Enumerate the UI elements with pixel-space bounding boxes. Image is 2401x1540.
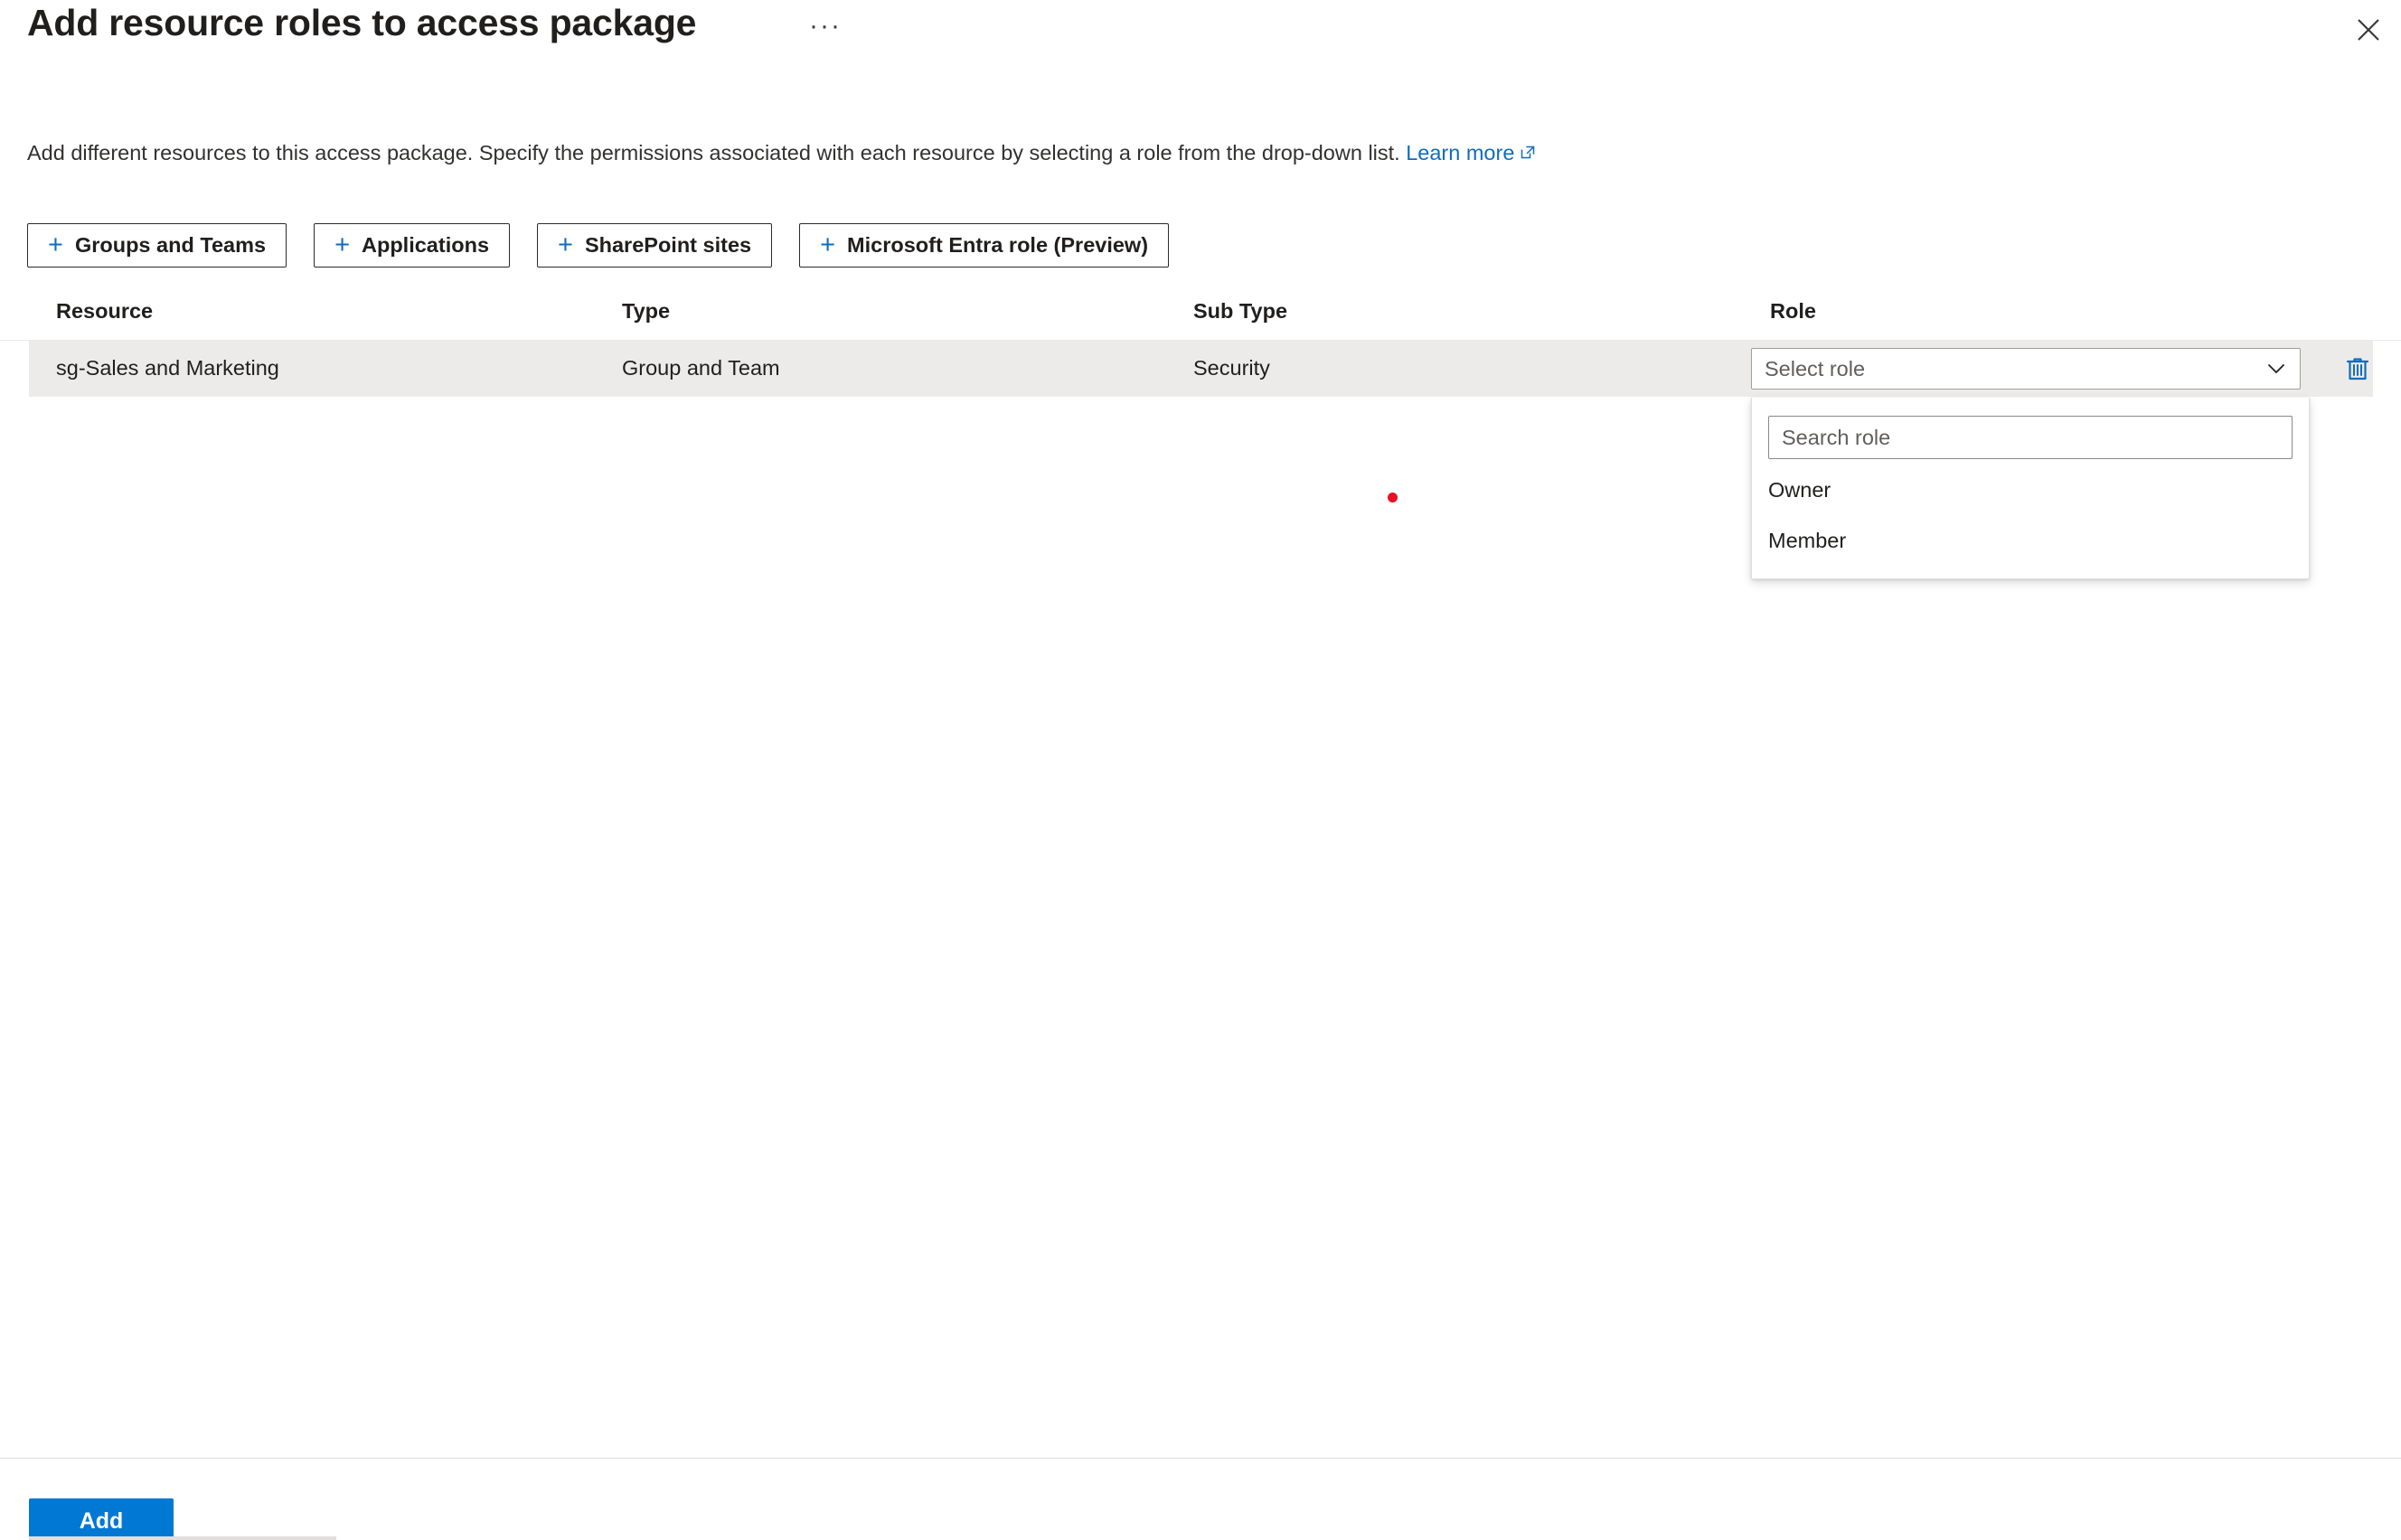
- add-entra-role-button[interactable]: + Microsoft Entra role (Preview): [799, 223, 1170, 268]
- blade-header: Add resource roles to access package ···: [0, 0, 2401, 70]
- role-select-value: Select role: [1765, 356, 1866, 380]
- footer-separator: [0, 1458, 2401, 1459]
- add-resource-roles-blade: Add resource roles to access package ···…: [0, 0, 2401, 1540]
- role-search-input[interactable]: [1768, 416, 2293, 459]
- close-icon: [2355, 16, 2382, 43]
- column-header-resource: Resource: [56, 299, 154, 323]
- chevron-down-icon: [2253, 349, 2300, 389]
- role-option-member[interactable]: Member: [1752, 515, 2309, 566]
- page-title: Add resource roles to access package: [27, 2, 697, 43]
- plus-icon: +: [334, 230, 350, 259]
- role-select-combobox[interactable]: Select role: [1751, 348, 2301, 390]
- blade-description: Add different resources to this access p…: [27, 139, 1537, 168]
- cell-sub-type: Security: [1193, 356, 1270, 380]
- add-groups-and-teams-label: Groups and Teams: [74, 233, 267, 257]
- learn-more-label: Learn more: [1406, 141, 1515, 164]
- description-text: Add different resources to this access p…: [27, 141, 1400, 164]
- table-row[interactable]: sg-Sales and Marketing Group and Team Se…: [29, 341, 2373, 397]
- role-search-wrapper: [1752, 398, 2309, 465]
- cell-resource: sg-Sales and Marketing: [56, 356, 279, 380]
- plus-icon: +: [558, 230, 573, 259]
- more-options-ellipsis-icon[interactable]: ···: [809, 13, 842, 40]
- add-button-label: Add: [79, 1507, 124, 1534]
- add-button[interactable]: Add: [29, 1498, 174, 1540]
- delete-resource-button[interactable]: [2340, 352, 2376, 388]
- footer-accent-underline: [29, 1536, 336, 1540]
- add-sharepoint-sites-button[interactable]: + SharePoint sites: [537, 223, 773, 268]
- role-dropdown-panel: Owner Member: [1751, 398, 2310, 579]
- cell-role: Select role: [1751, 348, 2301, 390]
- external-link-icon: [1519, 141, 1537, 168]
- cursor-marker-dot: [1388, 493, 1398, 502]
- add-applications-label: Applications: [362, 233, 490, 257]
- column-header-role: Role: [1770, 299, 1816, 323]
- trash-icon: [2343, 354, 2372, 386]
- close-button[interactable]: [2343, 7, 2394, 52]
- role-option-owner[interactable]: Owner: [1752, 465, 2309, 515]
- plus-icon: +: [48, 230, 63, 259]
- add-sharepoint-sites-label: SharePoint sites: [584, 233, 752, 257]
- column-header-sub-type: Sub Type: [1193, 299, 1288, 323]
- plus-icon: +: [820, 230, 836, 259]
- table-header-row: Resource Type Sub Type Role: [0, 291, 2401, 341]
- add-groups-and-teams-button[interactable]: + Groups and Teams: [27, 223, 287, 268]
- add-resource-button-row: + Groups and Teams + Applications + Shar…: [27, 223, 1170, 268]
- resources-table: Resource Type Sub Type Role sg-Sales and…: [0, 291, 2401, 397]
- add-entra-role-label: Microsoft Entra role (Preview): [847, 233, 1149, 257]
- add-applications-button[interactable]: + Applications: [314, 223, 511, 268]
- cell-type: Group and Team: [622, 356, 780, 380]
- column-header-type: Type: [622, 299, 671, 323]
- learn-more-link[interactable]: Learn more: [1406, 141, 1537, 164]
